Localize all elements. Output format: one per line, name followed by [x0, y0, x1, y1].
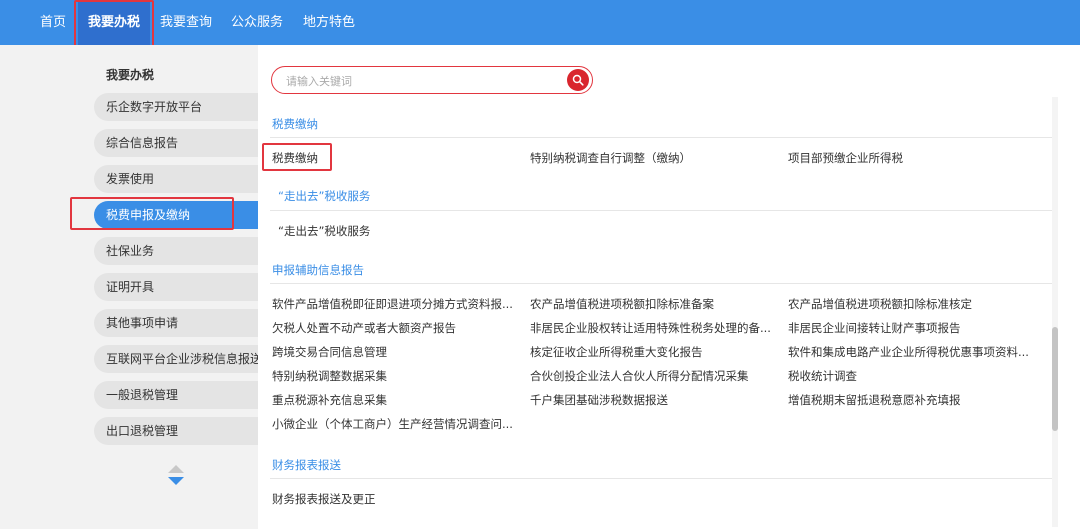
- top-nav: 首页 我要办税 我要查询 公众服务 地方特色: [0, 0, 1080, 45]
- link-key-tax-source[interactable]: 重点税源补充信息采集: [272, 392, 516, 408]
- main-panel: 税费缴纳 税费缴纳 特别纳税调查自行调整（缴纳） 项目部预缴企业所得税 “走出去…: [258, 45, 1080, 529]
- scroll-up-icon[interactable]: [168, 465, 184, 473]
- link-project-prepaid-tax[interactable]: 项目部预缴企业所得税: [788, 150, 1032, 166]
- link-special-adjustment-data[interactable]: 特别纳税调整数据采集: [272, 368, 516, 384]
- section-title-tax-payment: 税费缴纳: [272, 117, 318, 131]
- sidebar-item-general-refund[interactable]: 一般退税管理: [94, 381, 258, 409]
- nav-tax-handling[interactable]: 我要办税: [78, 0, 150, 45]
- section-divider: [270, 478, 1054, 479]
- link-tax-payment[interactable]: 税费缴纳: [272, 150, 516, 166]
- section-divider: [270, 137, 1054, 138]
- sidebar-item-other-requests[interactable]: 其他事项申请: [94, 309, 258, 337]
- search-input[interactable]: [284, 71, 558, 91]
- section-divider: [270, 210, 1054, 211]
- link-assessed-tax-change[interactable]: 核定征收企业所得税重大变化报告: [530, 344, 774, 360]
- link-tax-statistics-survey[interactable]: 税收统计调查: [788, 368, 1032, 384]
- link-agri-deduction-approval[interactable]: 农产品增值税进项税额扣除标准核定: [788, 296, 1032, 312]
- link-agri-deduction-filing[interactable]: 农产品增值税进项税额扣除标准备案: [530, 296, 774, 312]
- nav-query[interactable]: 我要查询: [160, 0, 212, 45]
- link-software-ic-preference[interactable]: 软件和集成电路产业企业所得税优惠事项资料...: [788, 344, 1032, 360]
- section-title-financial-statements: 财务报表报送: [272, 458, 341, 472]
- sidebar-item-social-insurance[interactable]: 社保业务: [94, 237, 258, 265]
- nav-local-features[interactable]: 地方特色: [303, 0, 355, 45]
- link-group-tax-data[interactable]: 千户集团基础涉税数据报送: [530, 392, 774, 408]
- sidebar-item-certificate[interactable]: 证明开具: [94, 273, 258, 301]
- search-button[interactable]: [567, 69, 589, 91]
- link-small-business-survey[interactable]: 小微企业（个体工商户）生产经营情况调查问...: [272, 416, 516, 432]
- nav-public-service[interactable]: 公众服务: [231, 0, 283, 45]
- sidebar-item-tax-declaration[interactable]: 税费申报及缴纳: [94, 201, 258, 229]
- link-nonresident-indirect-transfer[interactable]: 非居民企业间接转让财产事项报告: [788, 320, 1032, 336]
- scrollbar-track[interactable]: [1052, 97, 1058, 527]
- section-divider: [270, 283, 1054, 284]
- sidebar-item-invoice[interactable]: 发票使用: [94, 165, 258, 193]
- nav-home[interactable]: 首页: [40, 0, 66, 45]
- link-financial-statements[interactable]: 财务报表报送及更正: [272, 491, 516, 507]
- sidebar-item-leqi-platform[interactable]: 乐企数字开放平台: [94, 93, 258, 121]
- section-title-auxiliary-report: 申报辅助信息报告: [272, 263, 364, 277]
- link-special-adjustment-payment[interactable]: 特别纳税调查自行调整（缴纳）: [530, 150, 774, 166]
- link-tax-arrears-disposal[interactable]: 欠税人处置不动产或者大额资产报告: [272, 320, 516, 336]
- search-icon: [572, 74, 584, 86]
- sidebar-item-internet-platform[interactable]: 互联网平台企业涉税信息报送: [94, 345, 258, 373]
- link-software-refund[interactable]: 软件产品增值税即征即退进项分摊方式资料报...: [272, 296, 516, 312]
- link-vat-refund-intention[interactable]: 增值税期末留抵退税意愿补充填报: [788, 392, 1032, 408]
- scroll-down-icon[interactable]: [168, 477, 184, 485]
- link-nonresident-equity-filing[interactable]: 非居民企业股权转让适用特殊性税务处理的备...: [530, 320, 774, 336]
- link-going-global[interactable]: “走出去”税收服务: [278, 223, 522, 239]
- search-box: [271, 66, 593, 94]
- sidebar-item-info-report[interactable]: 综合信息报告: [94, 129, 258, 157]
- sidebar: 我要办税 乐企数字开放平台 综合信息报告 发票使用 税费申报及缴纳 社保业务 证…: [0, 45, 258, 529]
- sidebar-item-export-refund[interactable]: 出口退税管理: [94, 417, 258, 445]
- sidebar-title: 我要办税: [106, 68, 155, 82]
- link-partnership-income[interactable]: 合伙创投企业法人合伙人所得分配情况采集: [530, 368, 774, 384]
- section-title-going-global: “走出去”税收服务: [278, 189, 371, 203]
- scrollbar-thumb[interactable]: [1052, 327, 1058, 431]
- link-crossborder-contract[interactable]: 跨境交易合同信息管理: [272, 344, 516, 360]
